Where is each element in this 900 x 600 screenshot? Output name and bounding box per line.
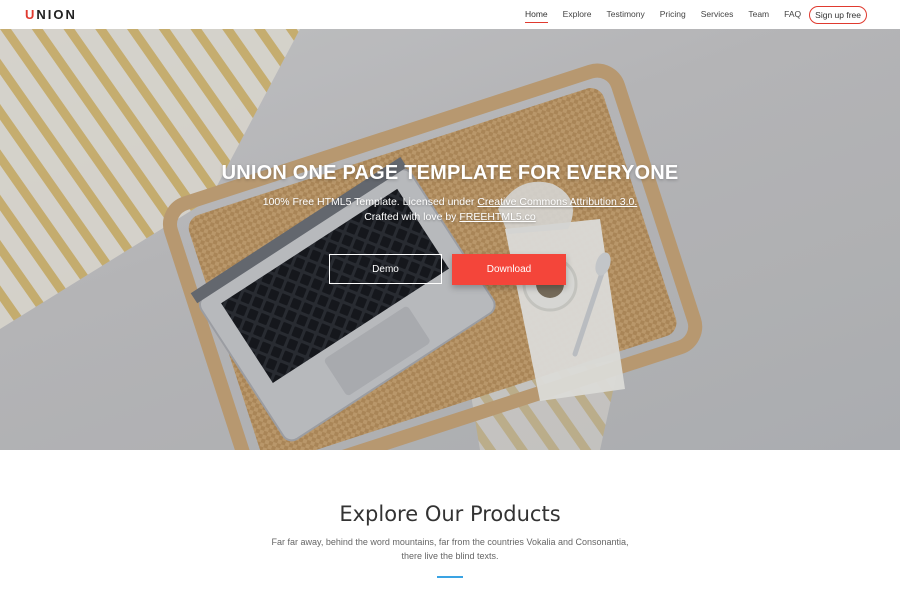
hero-subtitle-line-2: Crafted with love by FREEHTML5.co [0, 210, 900, 225]
nav-menu: Home Explore Testimony Pricing Services … [510, 6, 867, 24]
nav-item-home[interactable]: Home [524, 8, 548, 23]
credit-text: Crafted with love by [364, 211, 460, 223]
products-title: Explore Our Products [339, 502, 561, 526]
nav-item-explore[interactable]: Explore [563, 8, 592, 22]
signup-button[interactable]: Sign up free [809, 6, 867, 24]
hero-subtitle: 100% Free HTML5 Template. Licensed under… [0, 195, 900, 225]
hero-subtitle-line-1: 100% Free HTML5 Template. Licensed under… [0, 195, 900, 210]
license-text: 100% Free HTML5 Template. Licensed under [262, 196, 478, 208]
nav-item-testimony[interactable]: Testimony [607, 8, 645, 22]
license-link[interactable]: Creative Commons Attribution 3.0. [477, 196, 637, 208]
logo-rest: NION [36, 7, 77, 22]
products-description: Far far away, behind the word mountains,… [271, 537, 629, 561]
demo-button[interactable]: Demo [329, 254, 442, 284]
navbar: UNION Home Explore Testimony Pricing Ser… [0, 0, 900, 29]
section-divider [437, 576, 463, 578]
nav-item-team[interactable]: Team [748, 8, 769, 22]
hero-title: UNION ONE PAGE TEMPLATE FOR EVERYONE [221, 162, 679, 184]
nav-item-services[interactable]: Services [701, 8, 734, 22]
nav-item-faq[interactable]: FAQ [784, 8, 801, 22]
credit-link[interactable]: FREEHTML5.co [459, 211, 535, 223]
hero-section: UNION ONE PAGE TEMPLATE FOR EVERYONE 100… [0, 29, 900, 450]
logo-first-letter: U [25, 7, 37, 22]
hero-overlay [0, 29, 900, 450]
nav-item-pricing[interactable]: Pricing [660, 8, 686, 22]
logo[interactable]: UNION [25, 7, 77, 22]
download-button[interactable]: Download [452, 254, 566, 285]
